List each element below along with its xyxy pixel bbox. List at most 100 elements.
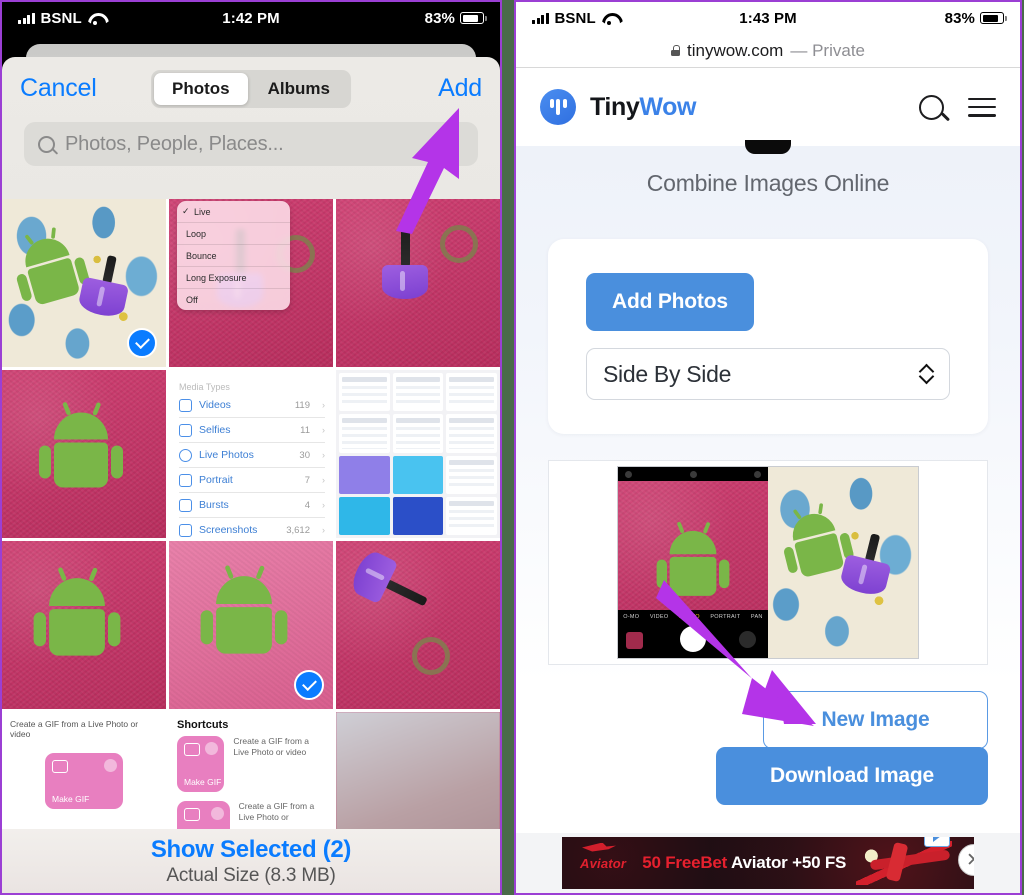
search-input[interactable]: Photos, People, Places... bbox=[24, 122, 478, 166]
layout-select[interactable]: Side By Side bbox=[586, 348, 950, 400]
screenshot-mosaic-thumbnail bbox=[336, 370, 500, 538]
ad-brand-logo: Aviator bbox=[580, 855, 627, 871]
video-icon bbox=[179, 398, 192, 412]
camera-mode: O-MO bbox=[623, 614, 640, 620]
selection-check-icon[interactable] bbox=[127, 328, 157, 358]
chevron-right-icon: › bbox=[322, 500, 325, 510]
shortcuts-list-thumbnail: Shortcuts Make GIF Create a GIF from a L… bbox=[169, 712, 333, 829]
photo-grid[interactable]: Live Loop Bounce Long Exposure Off bbox=[2, 199, 500, 829]
shortcut-note: Create a GIF from a Live Photo or video bbox=[233, 736, 309, 757]
status-right: 83% bbox=[944, 9, 1007, 27]
menu-item-long-exposure[interactable]: Long Exposure bbox=[177, 267, 290, 289]
result-preview-card: O-MO VIDEO PHOTO PORTRAIT PAN bbox=[548, 460, 988, 665]
menu-item-loop[interactable]: Loop bbox=[177, 223, 290, 245]
add-button[interactable]: Add bbox=[438, 74, 482, 103]
media-type-label: Live Photos bbox=[199, 449, 254, 461]
make-gif-tile bbox=[177, 801, 230, 829]
status-left: BSNL bbox=[18, 10, 103, 27]
media-type-count: 30 bbox=[299, 449, 310, 461]
battery-percent-label: 83% bbox=[944, 9, 975, 27]
page-body: Combine Images Online Add Photos Side By… bbox=[516, 140, 1020, 893]
photo-cell[interactable] bbox=[2, 199, 166, 367]
menu-item-off[interactable]: Off bbox=[177, 289, 290, 310]
ad-container: Aviator 50 FreeBet Aviator +50 FS ✕ bbox=[516, 833, 1020, 893]
menu-item-live[interactable]: Live bbox=[177, 201, 290, 223]
private-mode-label: — Private bbox=[790, 40, 865, 60]
combined-image-preview[interactable]: O-MO VIDEO PHOTO PORTRAIT PAN bbox=[617, 466, 919, 659]
preview-image-right bbox=[768, 467, 918, 658]
browser-address-bar[interactable]: tinywow.com — Private bbox=[516, 34, 1020, 68]
photo-picker-sheet: Cancel Photos Albums Add Photos, People,… bbox=[2, 57, 500, 893]
photo-cell[interactable] bbox=[336, 370, 500, 538]
add-icon bbox=[210, 807, 224, 820]
media-type-count: 119 bbox=[294, 399, 310, 411]
photo-cell[interactable]: Create a GIF from a Live Photo or video … bbox=[2, 712, 166, 829]
airplane-graphic bbox=[856, 841, 952, 885]
ad-banner[interactable]: Aviator 50 FreeBet Aviator +50 FS ✕ bbox=[562, 837, 974, 889]
add-icon bbox=[205, 742, 219, 755]
brand-name[interactable]: TinyWow bbox=[590, 93, 696, 122]
photos-albums-segmented-control[interactable]: Photos Albums bbox=[151, 69, 351, 108]
media-type-label: Videos bbox=[199, 399, 231, 411]
media-types-screenshot-thumbnail: Media Types Videos 119 › Selfies 11 › Li… bbox=[169, 370, 333, 538]
tab-photos[interactable]: Photos bbox=[154, 72, 248, 105]
portrait-icon bbox=[179, 473, 192, 487]
brand-first: Tiny bbox=[590, 92, 640, 121]
photo-cell[interactable] bbox=[2, 370, 166, 538]
ad-choices-icon[interactable] bbox=[924, 837, 950, 847]
menu-item-bounce[interactable]: Bounce bbox=[177, 245, 290, 267]
left-status-bar: BSNL 1:42 PM 83% bbox=[2, 2, 500, 34]
cancel-button[interactable]: Cancel bbox=[20, 74, 97, 103]
shortcut-tile-name: Make GIF bbox=[52, 794, 90, 804]
media-type-row: Selfies 11 › bbox=[179, 418, 325, 443]
new-image-button[interactable]: New Image bbox=[763, 691, 988, 749]
shortcut-tile-name: Make GIF bbox=[184, 777, 222, 787]
photo-cell[interactable]: Media Types Videos 119 › Selfies 11 › Li… bbox=[169, 370, 333, 538]
sheet-header: Cancel Photos Albums Add bbox=[2, 57, 500, 120]
media-type-count: 7 bbox=[304, 474, 310, 486]
camera-mode-strip: O-MO VIDEO PHOTO PORTRAIT PAN bbox=[618, 614, 768, 620]
site-header: TinyWow bbox=[516, 68, 1020, 146]
chevron-right-icon: › bbox=[322, 425, 325, 435]
shortcut-caption: Create a GIF from a Live Photo or video bbox=[10, 719, 139, 739]
search-placeholder: Photos, People, Places... bbox=[65, 132, 284, 155]
photo-cell[interactable] bbox=[169, 541, 333, 709]
show-selected-button[interactable]: Show Selected (2) bbox=[151, 836, 352, 864]
live-photo-menu[interactable]: Live Loop Bounce Long Exposure Off bbox=[177, 201, 290, 310]
search-icon[interactable] bbox=[919, 94, 944, 120]
android-figure bbox=[33, 572, 121, 668]
photo-cell[interactable]: Live Loop Bounce Long Exposure Off bbox=[169, 199, 333, 367]
shutter-button-icon bbox=[680, 626, 706, 652]
signal-bars-icon bbox=[532, 12, 549, 24]
android-figure bbox=[39, 407, 123, 500]
hamburger-menu-icon[interactable] bbox=[968, 97, 996, 117]
selfie-icon bbox=[179, 423, 192, 437]
photo-cell[interactable] bbox=[336, 199, 500, 367]
ad-headline: 50 FreeBet Aviator +50 FS bbox=[642, 853, 846, 873]
search-icon bbox=[38, 135, 55, 153]
gif-icon bbox=[52, 760, 68, 773]
photo-cell[interactable]: Shortcuts Make GIF Create a GIF from a L… bbox=[169, 712, 333, 829]
media-type-count: 11 bbox=[300, 424, 310, 436]
chevron-right-icon: › bbox=[322, 475, 325, 485]
flip-camera-icon bbox=[739, 631, 756, 648]
actual-size-label[interactable]: Actual Size (8.3 MB) bbox=[166, 865, 335, 887]
gif-icon bbox=[184, 808, 200, 821]
carrier-label: BSNL bbox=[40, 9, 82, 27]
photo-cell[interactable] bbox=[336, 712, 500, 829]
selection-check-icon[interactable] bbox=[294, 670, 324, 700]
camera-bottom-bar: O-MO VIDEO PHOTO PORTRAIT PAN bbox=[618, 610, 768, 658]
media-type-label: Screenshots bbox=[199, 524, 258, 536]
download-image-button[interactable]: Download Image bbox=[716, 747, 988, 805]
photo-thumbnail bbox=[336, 712, 500, 829]
add-photos-button[interactable]: Add Photos bbox=[586, 273, 754, 331]
photo-cell[interactable] bbox=[2, 541, 166, 709]
tab-albums[interactable]: Albums bbox=[250, 73, 348, 105]
android-figure bbox=[200, 570, 288, 666]
photo-cell[interactable] bbox=[336, 541, 500, 709]
action-buttons-row: New Image Download Image bbox=[548, 691, 988, 805]
status-right: 83% bbox=[425, 10, 487, 27]
tinywow-logo-icon[interactable] bbox=[540, 89, 576, 125]
url-domain-label: tinywow.com bbox=[686, 40, 784, 60]
shortcut-screenshot-thumbnail: Create a GIF from a Live Photo or video … bbox=[2, 712, 166, 829]
